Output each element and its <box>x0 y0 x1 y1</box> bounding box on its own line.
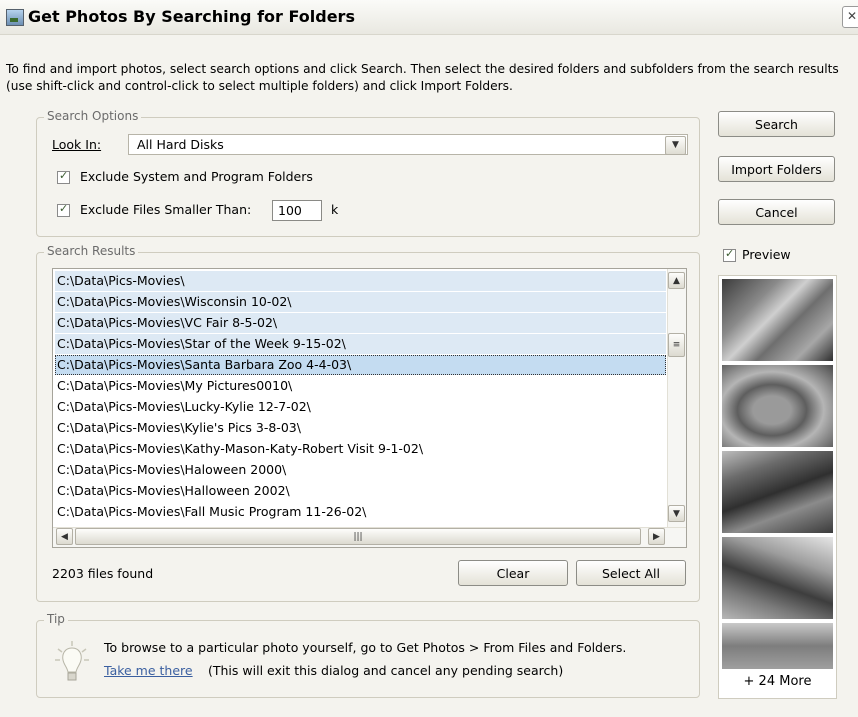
photo-thumbnail[interactable] <box>722 537 833 619</box>
scroll-left-icon[interactable]: ◀ <box>56 528 73 545</box>
search-button[interactable]: Search <box>718 111 835 137</box>
result-row[interactable]: C:\Data\Pics-Movies\Wisconsin 10-02\ <box>55 292 666 312</box>
look-in-label: Look In: <box>52 137 102 152</box>
preview-label[interactable]: Preview <box>742 247 791 262</box>
scroll-up-icon[interactable]: ▲ <box>668 272 685 289</box>
import-folders-button[interactable]: Import Folders <box>718 156 835 182</box>
result-row[interactable]: C:\Data\Pics-Movies\Kylie's Pics 3-8-03\ <box>55 418 666 438</box>
result-row[interactable]: C:\Data\Pics-Movies\Star of the Week 9-1… <box>55 334 666 354</box>
lightbulb-icon <box>55 641 89 681</box>
photo-thumbnail[interactable] <box>722 365 833 447</box>
scroll-right-icon[interactable]: ▶ <box>648 528 665 545</box>
result-row[interactable]: C:\Data\Pics-Movies\Halloween 2002\ <box>55 481 666 501</box>
scroll-thumb[interactable]: ≡ <box>668 333 685 357</box>
result-row[interactable]: C:\Data\Pics-Movies\VC Fair 8-5-02\ <box>55 313 666 333</box>
horizontal-scrollbar[interactable]: ◀ ||| ▶ <box>53 527 686 547</box>
min-size-input[interactable]: 100 <box>272 200 322 221</box>
take-me-there-link[interactable]: Take me there <box>104 663 193 678</box>
select-all-button[interactable]: Select All <box>576 560 686 586</box>
result-row[interactable]: C:\Data\Pics-Movies\ <box>55 271 666 291</box>
result-row[interactable]: C:\Data\Pics-Movies\Lucky-Kylie 12-7-02\ <box>55 397 666 417</box>
min-size-unit: k <box>331 202 339 217</box>
tip-link-note: (This will exit this dialog and cancel a… <box>208 663 564 678</box>
exclude-small-label[interactable]: Exclude Files Smaller Than: <box>80 202 251 217</box>
result-row[interactable]: C:\Data\Pics-Movies\Haloween 2000\ <box>55 460 666 480</box>
photo-app-icon <box>6 9 24 26</box>
exclude-system-label[interactable]: Exclude System and Program Folders <box>80 169 313 184</box>
result-row[interactable]: C:\Data\Pics-Movies\My Pictures0010\ <box>55 376 666 396</box>
instructions-text: To find and import photos, select search… <box>6 62 839 93</box>
close-button[interactable]: ✕ <box>842 6 858 28</box>
exclude-system-checkbox[interactable] <box>57 169 70 184</box>
window-title: Get Photos By Searching for Folders <box>28 7 355 26</box>
title-bar: Get Photos By Searching for Folders ✕ <box>0 0 858 35</box>
result-row[interactable]: C:\Data\Pics-Movies\Fall Music Program 1… <box>55 502 666 522</box>
tip-text: To browse to a particular photo yourself… <box>104 640 627 655</box>
files-found-status: 2203 files found <box>52 566 154 581</box>
search-options-label: Search Options <box>44 109 142 123</box>
chevron-down-icon[interactable]: ▼ <box>665 136 686 155</box>
tip-label: Tip <box>44 612 68 626</box>
clear-button[interactable]: Clear <box>458 560 568 586</box>
results-listbox[interactable]: C:\Data\Pics-Movies\ C:\Data\Pics-Movies\… <box>52 268 687 548</box>
photo-thumbnail[interactable] <box>722 451 833 533</box>
cancel-button[interactable]: Cancel <box>718 199 835 225</box>
more-photos-label[interactable]: + 24 More <box>719 674 836 689</box>
exclude-small-checkbox[interactable] <box>57 202 70 217</box>
tip-group: Tip <box>36 612 700 698</box>
look-in-dropdown[interactable]: All Hard Disks ▼ <box>128 134 688 155</box>
result-row[interactable]: C:\Data\Pics-Movies\Kathy-Mason-Katy-Rob… <box>55 439 666 459</box>
preview-thumbnails: + 24 More <box>718 275 837 699</box>
vertical-scrollbar[interactable]: ▲ ≡ ▼ <box>667 269 686 527</box>
scroll-down-icon[interactable]: ▼ <box>668 505 685 522</box>
preview-checkbox[interactable] <box>723 247 736 262</box>
photo-thumbnail[interactable] <box>722 623 833 669</box>
photo-thumbnail[interactable] <box>722 279 833 361</box>
look-in-value: All Hard Disks <box>137 137 224 152</box>
dialog-window: Get Photos By Searching for Folders ✕ To… <box>0 0 858 717</box>
search-results-label: Search Results <box>44 244 139 258</box>
result-row[interactable]: C:\Data\Pics-Movies\Santa Barbara Zoo 4-… <box>55 355 666 375</box>
horizontal-scroll-thumb[interactable]: ||| <box>75 528 641 545</box>
